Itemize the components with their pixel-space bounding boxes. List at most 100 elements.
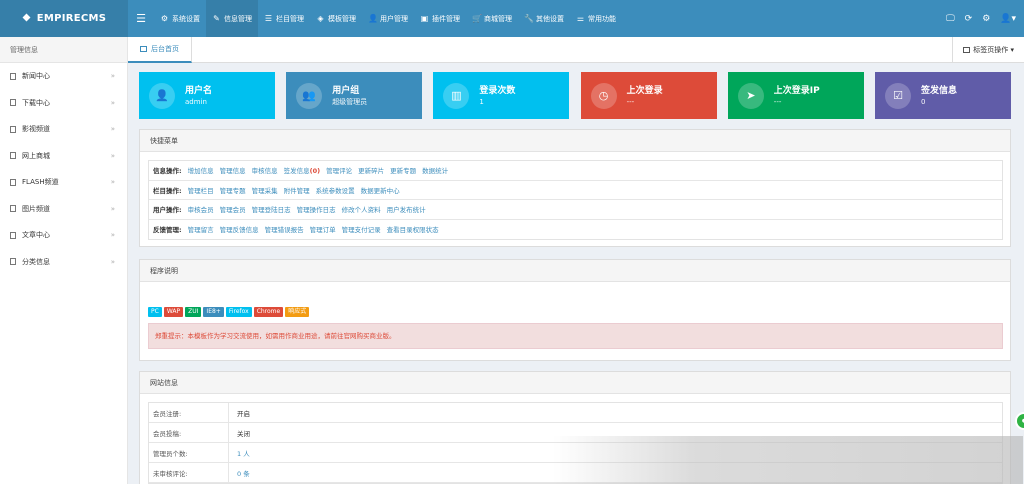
sidebar-item-4[interactable]: FLASH频道 » [0,169,127,196]
sliders-icon: ⚌ [576,14,585,23]
stat-box[interactable]: 👥 用户组 超级管理员 [286,72,423,119]
double-chevron-icon: » [110,125,115,134]
nav-item-8[interactable]: ⚌ 常用功能 [570,0,622,37]
quick-link[interactable]: 管理栏目 [188,185,214,195]
wrench-icon: 🔧 [524,14,534,23]
sidebar-item-1[interactable]: 下载中心 » [0,90,127,117]
checkbox-icon: ☑ [885,82,911,109]
sidebar-item-7[interactable]: 分类信息 » [0,249,127,276]
refresh-icon[interactable]: ⟳ [965,14,973,24]
compat-badge: Chrome [253,307,284,317]
nav-item-4[interactable]: 👤 用户管理 [362,0,414,37]
stat-box[interactable]: ◷ 上次登录 --- [580,72,717,119]
quick-link[interactable]: 管理采集 [252,185,278,195]
document-icon [10,125,16,133]
nav-item-0[interactable]: ⚙ 系统设置 [154,0,206,37]
quick-link[interactable]: 管理登陆日志 [252,204,291,214]
stat-box[interactable]: ▥ 登录次数 1 [433,72,570,119]
floating-chat-button[interactable]: ● [1015,412,1024,430]
quick-link[interactable]: 管理支付记录 [342,224,381,234]
tab-home[interactable]: 后台首页 [128,37,192,63]
nav-item-5[interactable]: ▣ 插件管理 [414,0,466,37]
sidebar-item-2[interactable]: 影视频道 » [0,116,127,143]
compat-badge: PC [148,307,162,317]
nav-item-2[interactable]: ☰ 栏目管理 [258,0,310,37]
quick-link[interactable]: 管理订单 [310,224,336,234]
tab-ops-button[interactable]: 标签页操作 ▾ [952,37,1024,63]
quick-link[interactable]: 数据统计 [422,165,448,175]
quick-link-text: 更新专题 [390,167,417,176]
quick-link[interactable]: 审核信息 [252,165,278,175]
quick-link[interactable]: 管理操作日志 [297,204,336,214]
info-value: 0 条 [237,469,250,478]
quick-link[interactable]: 管理留言 [188,224,214,234]
nav-item-label: 常用功能 [588,14,616,23]
sidebar-item-6[interactable]: 文章中心 » [0,222,127,249]
quick-link[interactable]: 管理评论 [326,165,352,175]
quick-link[interactable]: 管理错误报告 [265,224,304,234]
quick-link-text: 系统参数设置 [315,186,355,195]
gear-icon: ⚙ [160,14,169,23]
stat-box[interactable]: ☑ 签发信息 0 [875,72,1011,119]
quick-link-text: 管理会员 [219,206,246,215]
location-arrow-icon: ➤ [737,82,764,109]
quick-link-text: 管理采集 [251,186,278,195]
quick-link-text: 审核信息 [251,167,278,176]
info-key: 管理员个数: [149,443,229,462]
user-menu-icon[interactable]: 👤▾ [1000,14,1016,24]
nav-item-6[interactable]: 🛒 商城管理 [466,0,518,37]
table-row: 栏目操作: 管理栏目 管理专题 管理采集 附件管理 系统参数设置 数据更新中心 [149,181,1002,200]
quick-link-text: 更新碎片 [358,167,385,176]
quick-link[interactable]: 更新碎片 [358,165,384,175]
sidebar-item-0[interactable]: 新闻中心 » [0,63,127,90]
top-bar: EMPIRECMS ☰ ⚙ 系统设置 ✎ 信息管理 ☰ 栏目管理 ◈ 模板管理 👤 用户管理 ▣ 插件… [0,0,1024,37]
quick-link-text: 附件管理 [283,186,310,195]
sidebar-item-3[interactable]: 网上商城 » [0,143,127,170]
stat-box[interactable]: 👤 用户名 admin [139,72,275,119]
menu-toggle-icon[interactable]: ☰ [128,0,154,37]
quick-link[interactable]: 增加信息 [188,165,214,175]
nav-item-3[interactable]: ◈ 模板管理 [310,0,362,37]
stat-box[interactable]: ➤ 上次登录IP --- [727,72,864,119]
tab-ops-label: 标签页操作 [973,46,1009,54]
quick-link[interactable]: 管理专题 [220,185,246,195]
user-icon: 👤 [368,14,378,23]
stat-title: 登录次数 [479,85,516,96]
quick-link[interactable]: 审核会员 [188,204,214,214]
quick-link[interactable]: 系统参数设置 [316,185,355,195]
layers-icon: ◈ [317,14,324,23]
quick-link[interactable]: 更新专题 [390,165,416,175]
quick-link[interactable]: 管理信息 [220,165,246,175]
quick-link[interactable]: 修改个人资料 [342,204,381,214]
main-nav: ⚙ 系统设置 ✎ 信息管理 ☰ 栏目管理 ◈ 模板管理 👤 用户管理 ▣ 插件管理 🛒 商城管理 🔧 其他设置… [154,0,622,37]
program-panel: 程序说明 PC WAP ZUI IE8+ Firefox Chrome 响应式 郑重提示：本… [139,259,1011,361]
quick-link[interactable]: 签发信息(0) [284,165,320,175]
quick-link-text: 管理评论 [326,167,353,176]
sidebar-item-5[interactable]: 图片频道 » [0,196,127,223]
double-chevron-icon: » [110,98,115,107]
quick-link[interactable]: 附件管理 [284,185,310,195]
nav-item-7[interactable]: 🔧 其他设置 [518,0,570,37]
quick-link-text: 管理反馈信息 [219,226,259,235]
stat-text: 签发信息 0 [921,85,957,107]
user-icon: 👤 [149,82,175,109]
quick-link[interactable]: 查看目录权限状态 [387,224,439,234]
cube-icon [22,14,31,23]
quick-menu-table: 信息操作: 增加信息 管理信息 审核信息 签发信息(0) 管理评论 更新碎片 更新专题 数据统计… [148,160,1003,240]
quick-link[interactable]: 数据更新中心 [361,185,400,195]
quick-link-text: 管理登陆日志 [251,206,291,215]
nav-item-1[interactable]: ✎ 信息管理 [206,0,258,37]
info-key: 会员投稿: [149,423,229,442]
monitor-icon[interactable]: 🖵 [946,14,955,24]
quick-link-text: 管理信息 [219,167,246,176]
stat-text: 用户组 超级管理员 [332,85,367,107]
logo[interactable]: EMPIRECMS [0,0,128,37]
compat-badge: ZUI [185,307,202,317]
quick-link[interactable]: 管理反馈信息 [220,224,259,234]
panel-title: 网站信息 [140,372,1010,394]
quick-link[interactable]: 用户发布统计 [387,204,426,214]
gear-icon[interactable]: ⚙ [982,14,990,24]
double-chevron-icon: » [110,257,115,266]
document-icon [10,99,16,107]
quick-link[interactable]: 管理会员 [220,204,246,214]
